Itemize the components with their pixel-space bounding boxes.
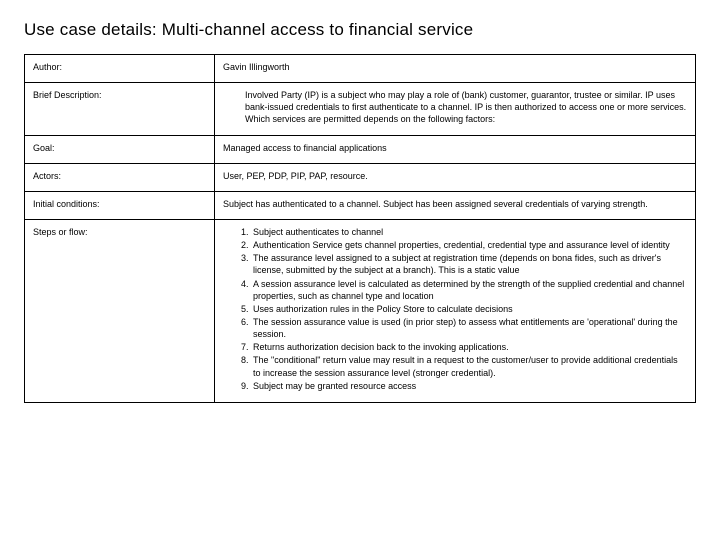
list-item: The assurance level assigned to a subjec… bbox=[251, 252, 687, 276]
row-label-actors: Actors: bbox=[25, 163, 215, 191]
row-value-goal: Managed access to financial applications bbox=[215, 135, 696, 163]
table-row: Actors: User, PEP, PDP, PIP, PAP, resour… bbox=[25, 163, 696, 191]
row-value-actors: User, PEP, PDP, PIP, PAP, resource. bbox=[215, 163, 696, 191]
row-value-initial: Subject has authenticated to a channel. … bbox=[215, 191, 696, 219]
list-item: A session assurance level is calculated … bbox=[251, 278, 687, 302]
row-value-steps: Subject authenticates to channel Authent… bbox=[215, 219, 696, 402]
table-row: Brief Description: Involved Party (IP) i… bbox=[25, 83, 696, 135]
list-item: The "conditional" return value may resul… bbox=[251, 354, 687, 378]
list-item: Returns authorization decision back to t… bbox=[251, 341, 687, 353]
row-value-author: Gavin Illingworth bbox=[215, 55, 696, 83]
list-item: Uses authorization rules in the Policy S… bbox=[251, 303, 687, 315]
row-value-brief: Involved Party (IP) is a subject who may… bbox=[215, 83, 696, 135]
list-item: The session assurance value is used (in … bbox=[251, 316, 687, 340]
table-row: Goal: Managed access to financial applic… bbox=[25, 135, 696, 163]
table-row: Steps or flow: Subject authenticates to … bbox=[25, 219, 696, 402]
list-item: Authentication Service gets channel prop… bbox=[251, 239, 687, 251]
table-row: Author: Gavin Illingworth bbox=[25, 55, 696, 83]
row-label-author: Author: bbox=[25, 55, 215, 83]
table-row: Initial conditions: Subject has authenti… bbox=[25, 191, 696, 219]
row-label-steps: Steps or flow: bbox=[25, 219, 215, 402]
page-title: Use case details: Multi-channel access t… bbox=[24, 20, 696, 40]
use-case-table: Author: Gavin Illingworth Brief Descript… bbox=[24, 54, 696, 403]
list-item: Subject may be granted resource access bbox=[251, 380, 687, 392]
row-label-goal: Goal: bbox=[25, 135, 215, 163]
list-item: Subject authenticates to channel bbox=[251, 226, 687, 238]
steps-list: Subject authenticates to channel Authent… bbox=[223, 226, 687, 392]
row-label-initial: Initial conditions: bbox=[25, 191, 215, 219]
brief-description-text: Involved Party (IP) is a subject who may… bbox=[223, 89, 687, 125]
row-label-brief: Brief Description: bbox=[25, 83, 215, 135]
